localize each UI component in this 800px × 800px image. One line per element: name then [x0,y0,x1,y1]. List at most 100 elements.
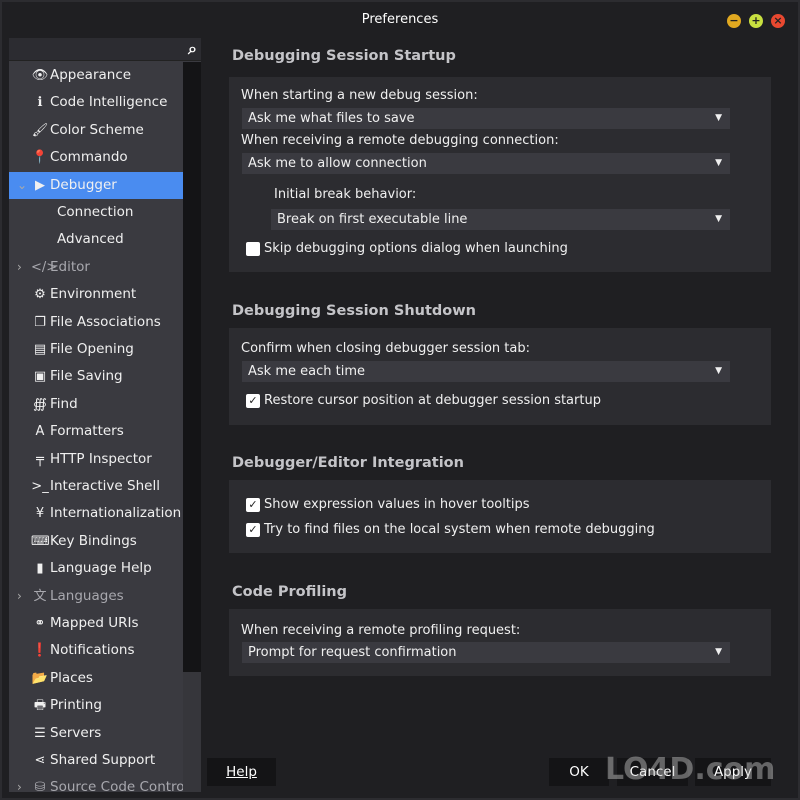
new-session-dropdown[interactable]: Ask me what files to save ▼ [242,108,730,129]
integration-group: ✓ Show expression values in hover toolti… [229,480,771,553]
sidebar-item-label: Advanced [57,231,124,248]
sidebar-item-label: Connection [57,204,134,220]
sidebar-item-formatters[interactable]: A Formatters [9,418,183,445]
scrollbar[interactable] [183,62,201,792]
confirm-close-dropdown[interactable]: Ask me each time ▼ [242,361,730,382]
sidebar-item-find[interactable]: ∰ Find [9,391,183,418]
sidebar-item-file-opening[interactable]: ▤ File Opening [9,336,183,363]
window-title: Preferences [361,12,439,27]
initial-break-label: Initial break behavior: [274,187,417,202]
sidebar-item-environment[interactable]: ⚙ Environment [9,281,183,308]
confirm-close-label: Confirm when closing debugger session ta… [241,341,531,356]
gear-icon: ⚙ [34,287,46,303]
sidebar-item-label: Shared Support [50,752,156,768]
sidebar-item-commando[interactable]: 📍 Commando [9,144,183,171]
sidebar-item-file-saving[interactable]: ▣ File Saving [9,363,183,390]
sidebar-item-key-bindings[interactable]: ⌨ Key Bindings [9,528,183,555]
sidebar-item-editor[interactable]: › </> Editor [9,254,183,281]
scrollbar-thumb[interactable] [183,62,201,672]
maximize-button[interactable]: + [749,14,763,28]
help-button[interactable]: Help [207,758,276,786]
search-icon[interactable]: ⌕ [188,39,197,59]
signpost-icon: ╤ [36,451,44,467]
sidebar-item-interactive-shell[interactable]: >_ Interactive Shell [9,473,183,500]
sidebar-item-color-scheme[interactable]: 🖌 Color Scheme [9,117,183,144]
save-icon: ▣ [33,369,47,385]
initial-break-value: Break on first executable line [277,212,468,227]
yen-icon: ¥ [35,506,45,522]
restore-cursor-checkbox[interactable]: ✓ [246,394,260,408]
eye-icon: 👁 [31,68,49,83]
minimize-button[interactable]: − [727,14,741,28]
search-input[interactable]: ⌕ [9,38,201,61]
terminal-icon: >_ [31,479,49,494]
watermark-logo: LO4D.com [605,752,776,787]
sidebar-item-mapped-uris[interactable]: ⚭ Mapped URIs [9,610,183,637]
section-title-profiling: Code Profiling [232,584,347,600]
chevron-down-icon: ▼ [715,158,722,168]
sidebar-item-places[interactable]: 📂 Places [9,665,183,692]
book-icon: ▮ [36,561,44,577]
sidebar-item-servers[interactable]: ☰ Servers [9,720,183,747]
sidebar-item-shared-support[interactable]: ⋖ Shared Support [9,747,183,774]
remote-connection-dropdown[interactable]: Ask me to allow connection ▼ [242,153,730,174]
hover-tooltips-checkbox[interactable]: ✓ [246,498,260,512]
sidebar-item-label: Debugger [50,176,117,193]
sidebar-item-languages[interactable]: › 文 Languages [9,583,183,610]
sidebar-item-internationalization[interactable]: ¥ Internationalization [9,500,183,527]
chevron-down-icon: ▼ [715,214,722,224]
file-icon: ▤ [33,342,47,357]
sidebar-item-label: Servers [50,724,102,741]
close-button[interactable]: × [771,14,785,28]
chevron-right-icon[interactable]: › [17,774,22,792]
sidebar-item-label: Languages [50,587,124,604]
sidebar-item-label: Printing [50,697,102,714]
sidebar-item-http-inspector[interactable]: ╤ HTTP Inspector [9,446,183,473]
printer-icon: 🖶 [33,698,47,714]
pin-icon: 📍 [31,150,49,166]
chevron-right-icon[interactable]: › [17,254,22,281]
sidebar-item-code-intelligence[interactable]: ℹ Code Intelligence [9,89,183,116]
shutdown-group: Confirm when closing debugger session ta… [229,328,771,425]
sidebar-item-label: Environment [50,286,137,303]
keyboard-icon: ⌨ [31,533,50,549]
sidebar-item-appearance[interactable]: 👁 Appearance [9,62,183,89]
sidebar-item-label: Internationalization [50,505,182,522]
find-files-checkbox[interactable]: ✓ [246,523,260,537]
sidebar-item-label: Find [50,395,78,412]
profiling-request-dropdown[interactable]: Prompt for request confirmation ▼ [242,642,730,663]
sidebar-item-label: Formatters [50,423,124,440]
sidebar: ⌕ 👁 Appearance ℹ Code Intelligence 🖌 Color Sc… [9,38,201,792]
sidebar-item-source-code-control[interactable]: › ⛁ Source Code Control [9,774,188,792]
skip-dialog-checkbox[interactable] [246,242,260,256]
chevron-down-icon: ▼ [715,113,722,123]
sidebar-item-label: Color Scheme [50,121,144,138]
sidebar-item-connection[interactable]: Connection [9,199,183,226]
sidebar-item-advanced[interactable]: Advanced [9,226,183,253]
sidebar-item-file-associations[interactable]: ❐ File Associations [9,309,183,336]
sidebar-item-label: Editor [50,258,90,275]
section-title-shutdown: Debugging Session Shutdown [232,303,476,319]
remote-connection-label: When receiving a remote debugging connec… [241,133,559,148]
ok-button[interactable]: OK [549,758,609,786]
sidebar-item-printing[interactable]: 🖶 Printing [9,692,183,719]
sidebar-item-language-help[interactable]: ▮ Language Help [9,555,183,582]
profiling-request-value: Prompt for request confirmation [248,645,457,660]
sidebar-item-notifications[interactable]: ❗ Notifications [9,637,183,664]
chevron-right-icon[interactable]: › [17,583,22,610]
info-icon: ℹ [37,95,43,111]
chevron-down-icon: ▼ [715,647,722,657]
new-session-value: Ask me what files to save [248,111,415,126]
confirm-close-value: Ask me each time [248,364,365,379]
sidebar-item-label: File Saving [50,368,123,385]
chevron-down-icon[interactable]: ⌄ [17,172,27,199]
brush-icon: 🖌 [31,122,49,138]
link-icon: ⚭ [34,616,46,631]
folder-icon: 📂 [31,670,49,686]
sidebar-item-label: HTTP Inspector [50,450,152,467]
sidebar-item-label: Mapped URIs [50,615,139,631]
code-icon: </> [31,259,58,275]
sidebar-item-debugger[interactable]: ⌄ ▶ Debugger [9,171,183,199]
share-icon: ⋖ [34,753,46,768]
initial-break-dropdown[interactable]: Break on first executable line ▼ [271,209,730,230]
